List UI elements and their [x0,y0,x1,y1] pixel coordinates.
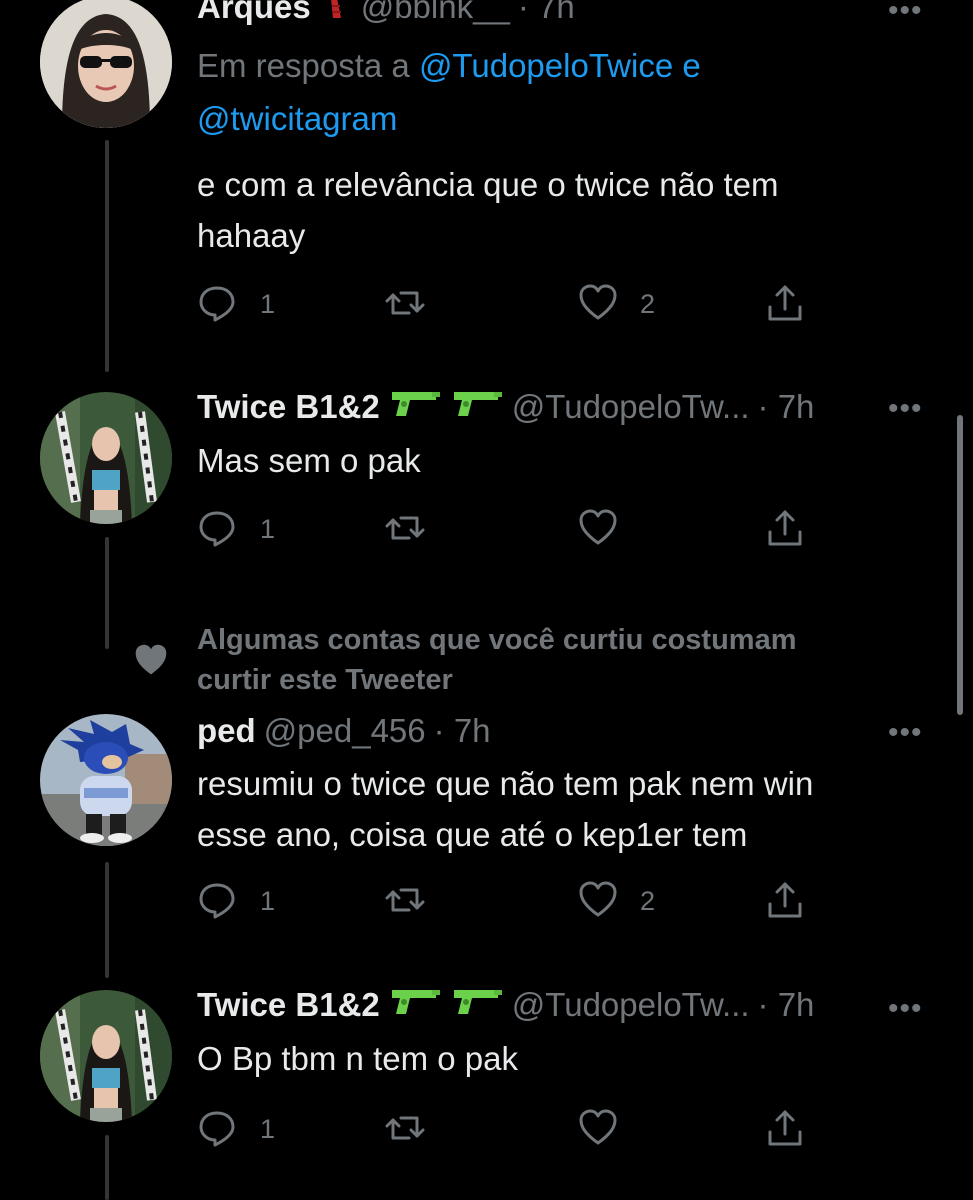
social-context: curtir este Tweeter [197,664,453,696]
avatar[interactable] [40,0,172,128]
display-name[interactable]: ped [197,712,256,750]
tweet-text: resumiu o twice que não tem pak nem win [197,765,814,802]
reply-count: 1 [260,1114,276,1144]
more-icon[interactable]: ••• [888,392,923,426]
thread-line [105,140,109,372]
retweet-icon[interactable] [385,1108,425,1148]
reply-count: 1 [260,289,276,319]
timestamp[interactable]: · 7h [518,0,575,26]
like-count: 2 [640,289,656,319]
display-name[interactable]: Twice B1&2 [197,388,380,426]
reply-icon[interactable] [197,508,237,548]
water-gun-emoji [450,984,504,1026]
timestamp[interactable]: · 7h [434,712,491,750]
reply-icon[interactable] [197,283,237,323]
user-handle[interactable]: @bblnk__ [361,0,510,26]
user-handle[interactable]: @ped_456 [264,712,426,750]
reply-count: 1 [260,514,276,544]
reply-context: Em resposta a @TudopeloTwice e [197,41,701,91]
reply-icon[interactable] [197,1108,237,1148]
heart-icon[interactable] [578,880,618,920]
reply-prefix: Em resposta a [197,47,410,84]
like-count: 2 [640,886,656,916]
reply-count: 1 [260,886,276,916]
more-icon[interactable]: ••• [888,716,923,750]
avatar[interactable] [40,990,172,1122]
tweet-text: hahaay [197,217,306,254]
user-handle[interactable]: @TudopeloTw... [512,388,750,426]
tweet-text: O Bp tbm n tem o pak [197,1040,518,1077]
thread-line [105,1135,109,1200]
retweet-icon[interactable] [385,880,425,920]
user-handle[interactable]: @TudopeloTw... [512,986,750,1024]
mention-link[interactable]: @TudopeloTwice [419,47,673,84]
water-gun-emoji [388,386,442,428]
more-icon[interactable]: ••• [888,992,923,1026]
display-name[interactable]: Twice B1&2 [197,986,380,1024]
scrollbar[interactable] [957,415,963,715]
avatar[interactable] [40,714,172,846]
retweet-icon[interactable] [385,283,425,323]
heart-icon [135,644,167,675]
share-icon[interactable] [765,880,805,920]
more-icon[interactable]: ••• [888,0,923,28]
thread-line [105,537,109,649]
tweet-text: esse ano, coisa que até o kep1er tem [197,816,748,853]
reply-conjunction: e [682,47,701,84]
display-name[interactable]: Arques [197,0,311,26]
tweet-text: Mas sem o pak [197,442,421,479]
timestamp[interactable]: · 7h [758,986,815,1024]
share-icon[interactable] [765,1108,805,1148]
social-context: Algumas contas que você curtiu costumam [197,624,797,656]
tweet-text: e com a relevância que o twice não tem [197,166,779,203]
thread-line [105,862,109,978]
share-icon[interactable] [765,283,805,323]
heart-icon[interactable] [578,508,618,548]
mention-link[interactable]: @twicitagram [197,100,397,137]
heart-icon[interactable] [578,283,618,323]
reply-icon[interactable] [197,880,237,920]
heart-icon[interactable] [578,1108,618,1148]
avatar[interactable] [40,392,172,524]
timestamp[interactable]: · 7h [758,388,815,426]
share-icon[interactable] [765,508,805,548]
scarf-emoji [319,0,353,28]
water-gun-emoji [450,386,504,428]
retweet-icon[interactable] [385,508,425,548]
water-gun-emoji [388,984,442,1026]
